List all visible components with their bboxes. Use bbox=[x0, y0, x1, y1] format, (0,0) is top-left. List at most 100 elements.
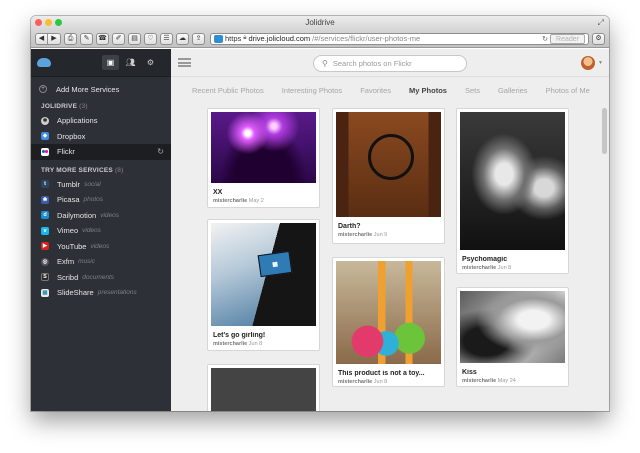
plus-icon: + bbox=[39, 85, 47, 93]
export-icon[interactable]: ⇪ bbox=[192, 32, 205, 45]
applications-icon: ✱ bbox=[41, 116, 49, 125]
sidebar-item-category: videos bbox=[90, 242, 110, 250]
title-bar: Jolidrive ⤢ bbox=[31, 16, 609, 30]
pub-sign-icon: ▦ bbox=[257, 250, 293, 278]
photo-title: Psychomagic bbox=[462, 256, 508, 263]
photo-card[interactable]: Psychomagic mistercharlie Jun 8 bbox=[456, 108, 569, 274]
sidebar-item-slideshare[interactable]: ▦ SlideShare presentations bbox=[31, 285, 171, 301]
darth-mask-icon bbox=[368, 134, 414, 180]
sidebar-item-scribd[interactable]: S Scribd documents bbox=[31, 270, 171, 286]
reader-list-icon[interactable]: ☰ bbox=[160, 32, 173, 45]
dailymotion-icon: d bbox=[41, 211, 49, 220]
photo-card[interactable]: XX mistercharlie May 2 bbox=[207, 108, 320, 208]
tab-photos-of-me[interactable]: Photos of Me bbox=[546, 86, 590, 95]
hamburger-menu-icon[interactable] bbox=[178, 58, 191, 67]
slideshare-icon: ▦ bbox=[41, 288, 49, 297]
sidebar-item-category: music bbox=[78, 258, 96, 266]
sidebar-item-category: photos bbox=[83, 196, 104, 204]
picasa-icon: ❀ bbox=[41, 195, 49, 204]
sidebar-item-dropbox[interactable]: ◆ Dropbox bbox=[31, 129, 171, 145]
photo-thumbnail bbox=[336, 261, 441, 364]
photo-thumbnail: ▦ bbox=[211, 223, 316, 326]
photo-date: Jun 8 bbox=[497, 265, 512, 271]
sidebar-item-tumblr[interactable]: t Tumblr social bbox=[31, 177, 171, 193]
photo-meta: mistercharlie May 2 bbox=[211, 198, 316, 204]
tab-sets[interactable]: Sets bbox=[465, 86, 480, 95]
photo-author: mistercharlie bbox=[462, 265, 497, 271]
photo-card[interactable]: This product is not a toy... mistercharl… bbox=[332, 257, 445, 387]
photo-thumbnail bbox=[460, 291, 565, 363]
photo-thumbnail bbox=[460, 112, 565, 250]
fullscreen-icon[interactable]: ⤢ bbox=[598, 18, 604, 28]
sidebar-tabs: ▣ 👥︎ ⚙ bbox=[102, 55, 159, 70]
jolicloud-logo-icon[interactable] bbox=[37, 58, 51, 67]
drive-tab-icon[interactable]: ▣ bbox=[102, 55, 119, 70]
forward-button[interactable]: ▶ bbox=[48, 32, 61, 45]
close-window-button[interactable] bbox=[35, 19, 42, 26]
wrench-icon[interactable]: ✎ bbox=[80, 32, 93, 45]
settings-gear-icon[interactable]: ⚙ bbox=[592, 32, 605, 45]
address-bar[interactable]: https 🔒︎ drive.jolicloud.com/#/services/… bbox=[210, 32, 589, 45]
sidebar-header: ▣ 👥︎ ⚙ bbox=[31, 49, 171, 77]
sidebar-item-label: SlideShare bbox=[57, 288, 94, 298]
sidebar-item-applications[interactable]: ✱ Applications bbox=[31, 113, 171, 129]
photo-author: mistercharlie bbox=[462, 378, 497, 384]
photo-card[interactable]: ▦ Let's go girling! mistercharlie Jun 8 bbox=[207, 219, 320, 351]
minimize-window-button[interactable] bbox=[45, 19, 52, 26]
url-path: /#/services/flickr/user-photos-me bbox=[312, 34, 421, 43]
photo-date: Jun 8 bbox=[248, 341, 263, 347]
sync-icon[interactable]: ↻ bbox=[157, 147, 164, 156]
more-heading-label: TRY MORE SERVICES bbox=[41, 166, 113, 174]
sidebar-item-youtube[interactable]: ▶ YouTube videos bbox=[31, 239, 171, 255]
tab-recent-public-photos[interactable]: Recent Public Photos bbox=[192, 86, 264, 95]
photo-card[interactable]: Darth? mistercharlie Jun 9 bbox=[332, 108, 445, 244]
cloud-icon[interactable]: ☁ bbox=[176, 32, 189, 45]
url-host: drive.jolicloud.com bbox=[248, 34, 311, 43]
sidebar-item-vimeo[interactable]: v Vimeo videos bbox=[31, 223, 171, 239]
back-button[interactable]: ◀ bbox=[35, 32, 48, 45]
photo-card[interactable] bbox=[207, 364, 320, 411]
photo-author: mistercharlie bbox=[338, 379, 373, 385]
scrollbar[interactable] bbox=[602, 108, 607, 154]
sidebar-item-exfm[interactable]: ◎ Exfm music bbox=[31, 254, 171, 270]
site-favicon-icon bbox=[214, 34, 223, 43]
note-icon[interactable]: ▤ bbox=[128, 32, 141, 45]
sidebar-item-label: YouTube bbox=[57, 241, 87, 251]
photo-title: Let's go girling! bbox=[213, 332, 266, 339]
people-tab-icon[interactable]: 👥︎ bbox=[122, 55, 139, 70]
main-header: ⚲ Search photos on Flickr ▼ bbox=[171, 49, 609, 77]
window-title: Jolidrive bbox=[305, 18, 335, 27]
photo-thumbnail bbox=[336, 112, 441, 217]
tab-my-photos[interactable]: My Photos bbox=[409, 86, 447, 95]
sidebar-item-label: Dailymotion bbox=[57, 210, 97, 220]
search-icon: ⚲ bbox=[322, 59, 328, 68]
avatar[interactable] bbox=[581, 56, 595, 70]
sidebar-item-category: videos bbox=[82, 227, 101, 235]
tab-favorites[interactable]: Favorites bbox=[360, 86, 391, 95]
settings-tab-icon[interactable]: ⚙ bbox=[142, 55, 159, 70]
photo-meta: mistercharlie Jun 8 bbox=[460, 265, 565, 271]
share-icon[interactable]: ⎙ bbox=[64, 32, 77, 45]
sidebar-item-category: presentations bbox=[97, 289, 137, 297]
reader-button[interactable]: Reader bbox=[550, 33, 585, 44]
sidebar-item-picasa[interactable]: ❀ Picasa photos bbox=[31, 192, 171, 208]
sidebar-item-dailymotion[interactable]: d Dailymotion videos bbox=[31, 208, 171, 224]
add-more-services-button[interactable]: + Add More Services bbox=[31, 80, 171, 98]
photo-author: mistercharlie bbox=[213, 198, 248, 204]
photo-title: This product is not a toy... bbox=[338, 370, 425, 377]
pocket-icon[interactable]: ♡ bbox=[144, 32, 157, 45]
edit-icon[interactable]: ✐ bbox=[112, 32, 125, 45]
search-placeholder: Search photos on Flickr bbox=[332, 59, 412, 68]
photo-card[interactable]: Kiss mistercharlie May 24 bbox=[456, 287, 569, 387]
reload-icon[interactable]: ↻ bbox=[542, 35, 548, 43]
jolidrive-heading: JOLIDRIVE (3) bbox=[31, 98, 171, 113]
sidebar-item-flickr[interactable]: Flickr ↻ bbox=[31, 144, 171, 160]
extension-icon[interactable]: ☎ bbox=[96, 32, 109, 45]
chevron-down-icon[interactable]: ▼ bbox=[598, 60, 603, 66]
tab-interesting-photos[interactable]: Interesting Photos bbox=[282, 86, 342, 95]
tab-galleries[interactable]: Galleries bbox=[498, 86, 528, 95]
maximize-window-button[interactable] bbox=[55, 19, 62, 26]
photo-author: mistercharlie bbox=[338, 232, 373, 238]
search-input[interactable]: ⚲ Search photos on Flickr bbox=[313, 55, 467, 72]
jolidrive-heading-label: JOLIDRIVE bbox=[41, 103, 78, 110]
